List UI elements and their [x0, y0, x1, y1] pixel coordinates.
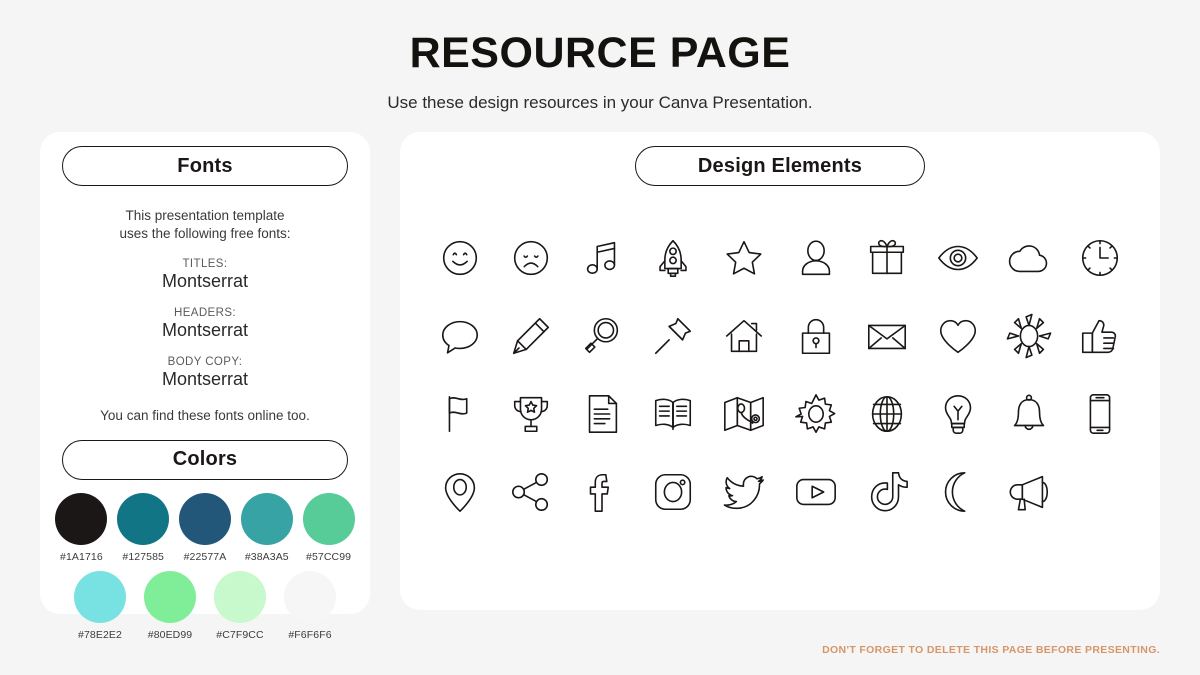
person-icon[interactable] — [780, 230, 851, 286]
color-swatch[interactable]: #57CC99 — [302, 492, 355, 563]
phone-icon[interactable] — [1065, 386, 1136, 442]
rocket-icon[interactable] — [638, 230, 709, 286]
main-content: Fonts This presentation template uses th… — [0, 113, 1200, 641]
color-swatch-dot — [55, 492, 108, 545]
fonts-intro-line1: This presentation template — [125, 208, 285, 224]
speech-bubble-icon[interactable] — [424, 308, 495, 364]
design-elements-heading-pill: Design Elements — [635, 146, 925, 187]
gift-icon[interactable] — [851, 230, 922, 286]
color-swatch-hex-label: #38A3A5 — [244, 550, 289, 563]
map-icon[interactable] — [709, 386, 780, 442]
color-swatch-hex-label: #1A1716 — [60, 550, 103, 563]
page-title: RESOURCE PAGE — [409, 29, 791, 77]
house-icon[interactable] — [709, 308, 780, 364]
colors-section: Colors #1A1716 #127585 #22577A #38A3A5 #57CC… — [55, 439, 355, 641]
colors-heading-label: Colors — [172, 448, 238, 471]
share-icon[interactable] — [495, 464, 566, 520]
moon-icon[interactable] — [922, 464, 993, 520]
color-swatch-hex-label: #C7F9CC — [216, 628, 264, 641]
clock-icon[interactable] — [1065, 230, 1136, 286]
color-swatch-hex-label: #57CC99 — [306, 550, 352, 563]
delete-page-warning: DON'T FORGET TO DELETE THIS PAGE BEFORE … — [822, 644, 1160, 656]
color-swatch-dot — [117, 492, 170, 545]
color-swatch[interactable]: #80ED99 — [140, 570, 201, 641]
color-swatch-dot — [178, 492, 231, 545]
twitter-icon[interactable] — [709, 464, 780, 520]
fonts-heading-pill: Fonts — [62, 146, 348, 187]
color-swatch-hex-label: #22577A — [183, 550, 227, 563]
tiktok-icon[interactable] — [851, 464, 922, 520]
heart-icon[interactable] — [922, 308, 993, 364]
bell-icon[interactable] — [994, 386, 1065, 442]
font-role-label: HEADERS: — [174, 306, 236, 319]
page-header: RESOURCE PAGE Use these design resources… — [0, 0, 1200, 113]
music-note-icon[interactable] — [566, 230, 637, 286]
color-swatch[interactable]: #127585 — [117, 492, 170, 563]
color-swatch-hex-label: #78E2E2 — [78, 628, 122, 641]
sun-icon[interactable] — [994, 308, 1065, 364]
font-entry-titles: TITLES: Montserrat — [55, 258, 355, 292]
color-swatch-hex-label: #127585 — [122, 550, 164, 563]
color-swatch-dot — [214, 570, 266, 623]
color-swatch-dot — [144, 570, 196, 623]
magnifier-icon[interactable] — [566, 308, 637, 364]
icon-grid — [418, 230, 1142, 520]
page-subtitle: Use these design resources in your Canva… — [387, 93, 813, 113]
colors-heading-pill: Colors — [62, 439, 348, 480]
fonts-heading-label: Fonts — [177, 154, 233, 177]
lock-icon[interactable] — [780, 308, 851, 364]
document-icon[interactable] — [566, 386, 637, 442]
lightbulb-icon[interactable] — [922, 386, 993, 442]
facebook-icon[interactable] — [566, 464, 637, 520]
color-swatch-hex-label: #80ED99 — [147, 628, 193, 641]
design-elements-heading-label: Design Elements — [697, 154, 863, 177]
megaphone-icon[interactable] — [994, 464, 1065, 520]
color-swatch-hex-label: #F6F6F6 — [288, 628, 332, 641]
color-swatch-dot — [284, 570, 336, 623]
globe-icon[interactable] — [851, 386, 922, 442]
sad-face-icon[interactable] — [495, 230, 566, 286]
color-swatch[interactable]: #78E2E2 — [70, 570, 131, 641]
color-swatch[interactable]: #C7F9CC — [210, 570, 271, 641]
fonts-outro: You can find these fonts online too. — [100, 407, 310, 423]
color-swatch-row-1: #1A1716 #127585 #22577A #38A3A5 #57CC99 — [55, 492, 355, 563]
pencil-icon[interactable] — [495, 308, 566, 364]
fonts-intro: This presentation template uses the foll… — [55, 207, 355, 243]
color-swatch-dot — [74, 570, 126, 623]
color-swatch[interactable]: #F6F6F6 — [280, 570, 341, 641]
smiley-face-icon[interactable] — [424, 230, 495, 286]
star-icon[interactable] — [709, 230, 780, 286]
font-role-label: TITLES: — [182, 257, 228, 270]
open-book-icon[interactable] — [638, 386, 709, 442]
trophy-icon[interactable] — [495, 386, 566, 442]
cloud-icon[interactable] — [994, 230, 1065, 286]
font-name-label: Montserrat — [161, 270, 249, 291]
color-swatch[interactable]: #38A3A5 — [240, 492, 293, 563]
color-swatch-row-2: #78E2E2 #80ED99 #C7F9CC #F6F6F6 — [55, 570, 355, 641]
color-swatch[interactable]: #1A1716 — [55, 492, 108, 563]
envelope-icon[interactable] — [851, 308, 922, 364]
fonts-card: Fonts This presentation template uses th… — [40, 132, 370, 641]
instagram-icon[interactable] — [638, 464, 709, 520]
font-entry-body-copy: BODY COPY: Montserrat — [55, 356, 355, 390]
gear-icon[interactable] — [780, 386, 851, 442]
color-swatch-dot — [240, 492, 293, 545]
design-elements-card: Design Elements — [400, 132, 1160, 611]
flag-icon[interactable] — [424, 386, 495, 442]
font-name-label: Montserrat — [161, 319, 249, 340]
font-name-label: Montserrat — [161, 368, 249, 389]
pushpin-icon[interactable] — [638, 308, 709, 364]
eye-icon[interactable] — [922, 230, 993, 286]
font-role-label: BODY COPY: — [167, 355, 243, 368]
font-entry-headers: HEADERS: Montserrat — [55, 307, 355, 341]
fonts-intro-line2: uses the following free fonts: — [119, 226, 291, 242]
thumbs-up-icon[interactable] — [1065, 308, 1136, 364]
color-swatch-dot — [302, 492, 355, 545]
color-swatch[interactable]: #22577A — [178, 492, 232, 563]
location-pin-icon[interactable] — [424, 464, 495, 520]
youtube-icon[interactable] — [780, 464, 851, 520]
